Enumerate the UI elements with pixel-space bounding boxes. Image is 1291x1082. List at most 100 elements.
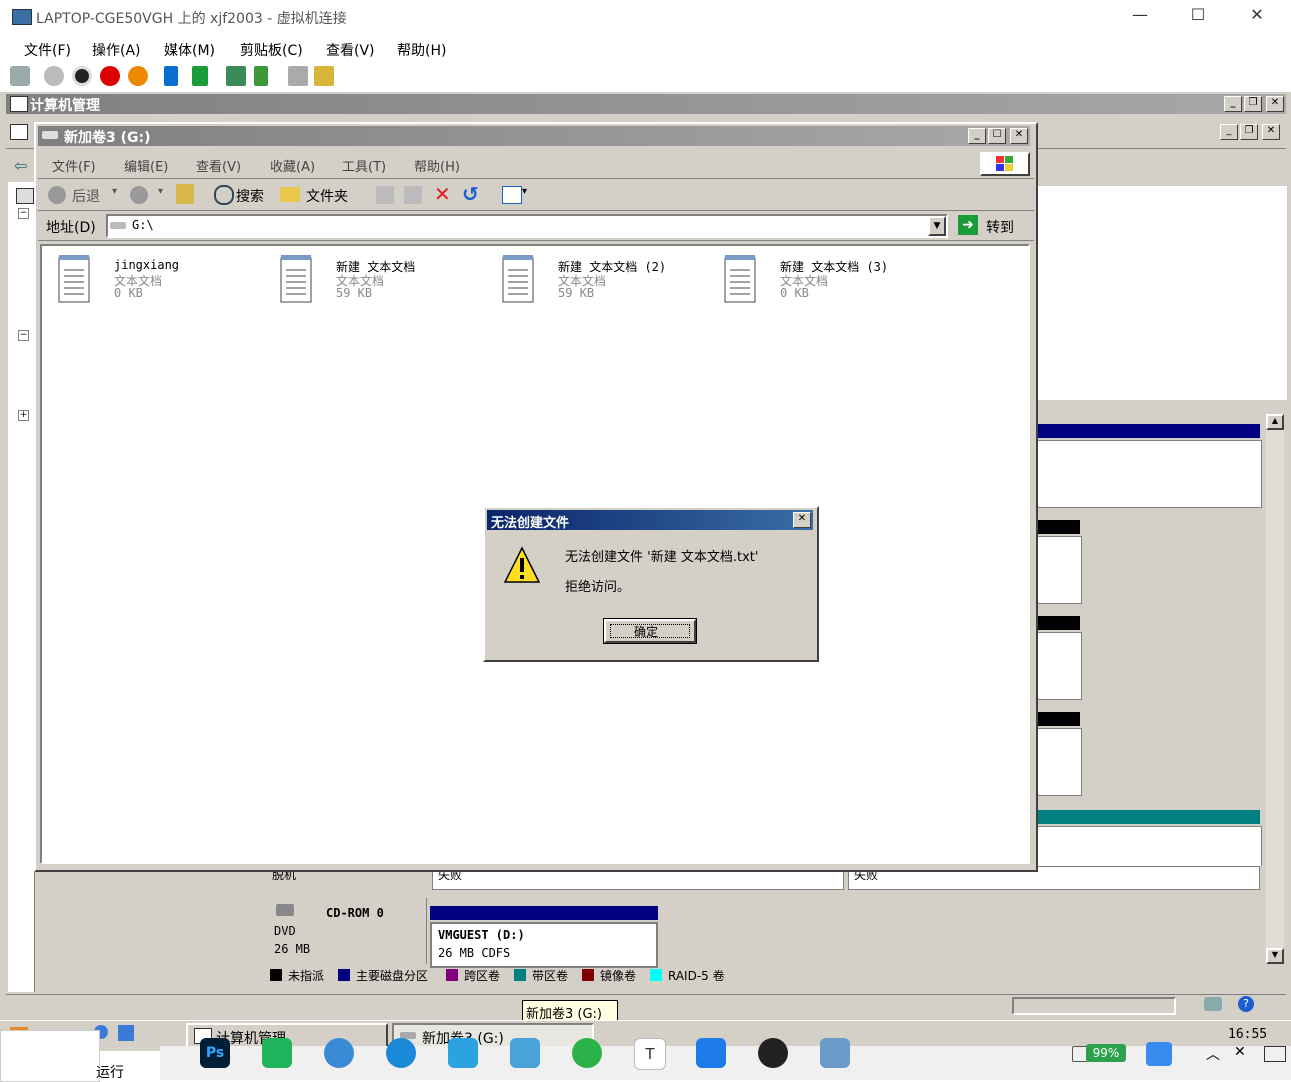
mmc-volume-list xyxy=(1034,186,1287,400)
chat-app-icon[interactable] xyxy=(262,1038,292,1068)
drive-icon xyxy=(42,131,58,139)
typora-icon[interactable]: T xyxy=(634,1038,666,1070)
explorer-menu-edit[interactable]: 编辑(E) xyxy=(124,156,168,175)
scroll-down-arrow-icon[interactable]: ▼ xyxy=(1266,948,1284,964)
feishu-icon[interactable] xyxy=(696,1038,726,1068)
views-dropdown-icon[interactable]: ▾ xyxy=(522,186,527,197)
host-menu-clipboard[interactable]: 剪贴板(C) xyxy=(240,40,303,60)
move-to-icon[interactable] xyxy=(376,186,394,204)
checkpoint-icon[interactable] xyxy=(226,66,246,86)
calendar-widget-icon[interactable] xyxy=(1146,1042,1172,1066)
undo-icon[interactable]: ↺ xyxy=(462,182,479,206)
folders-button[interactable]: 文件夹 xyxy=(306,186,348,206)
host-menu-help[interactable]: 帮助(H) xyxy=(397,40,446,60)
explorer-menu-file[interactable]: 文件(F) xyxy=(52,156,96,175)
media-player-icon[interactable] xyxy=(758,1038,788,1068)
ctrl-alt-del-icon[interactable] xyxy=(10,66,30,86)
tree-expand-icon[interactable]: + xyxy=(18,410,29,421)
explorer-title: 新加卷3 (G:) xyxy=(64,130,151,146)
mmc-restore-button[interactable]: ❐ xyxy=(1244,96,1262,112)
mmc-minimize-button[interactable]: _ xyxy=(1224,96,1242,112)
search-icon[interactable] xyxy=(214,185,234,205)
host-menu-view[interactable]: 查看(V) xyxy=(326,40,375,60)
photoshop-icon[interactable]: Ps xyxy=(200,1038,230,1068)
forward-dropdown-icon[interactable]: ▾ xyxy=(158,186,163,197)
display-icon[interactable] xyxy=(1264,1046,1286,1062)
host-close-button[interactable]: ✕ xyxy=(1245,5,1269,24)
save-state-icon[interactable] xyxy=(128,66,148,86)
help-icon[interactable]: ? xyxy=(1238,996,1254,1012)
back-arrow-icon[interactable] xyxy=(48,186,66,204)
telegram-icon[interactable] xyxy=(448,1038,478,1068)
warning-icon xyxy=(503,546,541,583)
legend-raid5: RAID-5 卷 xyxy=(668,969,725,983)
speaker-muted-icon[interactable]: ✕ xyxy=(1234,1044,1246,1060)
host-menu-media[interactable]: 媒体(M) xyxy=(164,40,215,60)
delete-icon[interactable]: ✕ xyxy=(434,182,451,206)
run-box[interactable] xyxy=(0,1030,100,1082)
mmc-close-button[interactable]: ✕ xyxy=(1266,96,1284,112)
explorer-minimize-button[interactable]: _ xyxy=(968,128,986,144)
go-button[interactable]: 转到 xyxy=(986,217,1014,237)
dialog-close-button[interactable]: ✕ xyxy=(793,512,811,528)
address-input[interactable]: G:\ ▼ xyxy=(106,214,948,238)
ok-button[interactable]: 确定 xyxy=(603,618,697,644)
mmc-child-close-button[interactable]: ✕ xyxy=(1262,124,1280,140)
edge-icon[interactable] xyxy=(386,1038,416,1068)
settings-app-icon[interactable] xyxy=(324,1038,354,1068)
host-minimize-button[interactable]: — xyxy=(1128,5,1152,24)
start-icon[interactable] xyxy=(44,66,64,86)
enhanced-session-icon[interactable] xyxy=(288,66,308,86)
cdrom-size: 26 MB xyxy=(274,942,311,956)
shutdown-icon[interactable] xyxy=(100,66,120,86)
turn-off-icon[interactable] xyxy=(72,66,92,86)
folders-icon[interactable] xyxy=(280,187,300,202)
back-dropdown-icon[interactable]: ▾ xyxy=(112,186,117,197)
mmc-child-restore-button[interactable]: ❐ xyxy=(1240,124,1258,140)
cdrom-volume-box[interactable]: VMGUEST (D:) 26 MB CDFS xyxy=(430,922,658,968)
tree-computer-icon[interactable] xyxy=(16,188,34,204)
wechat-icon[interactable] xyxy=(572,1038,602,1068)
mmc-child-minimize-button[interactable]: _ xyxy=(1220,124,1238,140)
mmc-back-arrow-icon[interactable]: ⇦ xyxy=(14,156,27,175)
network-tray-icon[interactable] xyxy=(1204,997,1222,1011)
tree-collapse-icon[interactable]: − xyxy=(18,208,29,219)
search-button[interactable]: 搜索 xyxy=(236,186,264,206)
quick-launch-icon[interactable] xyxy=(118,1025,134,1041)
explorer-menu-favorites[interactable]: 收藏(A) xyxy=(270,156,315,175)
file-item[interactable]: 新建 文本文档 (2) 文本文档 59 KB xyxy=(500,254,710,314)
tree-collapse-icon-2[interactable]: − xyxy=(18,330,29,341)
explorer-maximize-button[interactable]: ☐ xyxy=(988,128,1006,144)
resume-icon[interactable] xyxy=(192,66,208,86)
go-arrow-icon[interactable]: ➜ xyxy=(958,215,978,235)
copy-to-icon[interactable] xyxy=(404,186,422,204)
explorer-menu-tools[interactable]: 工具(T) xyxy=(342,156,386,175)
revert-icon[interactable] xyxy=(254,66,268,86)
forward-arrow-icon[interactable] xyxy=(130,186,148,204)
cdrom-volume-name: VMGUEST (D:) xyxy=(438,928,525,942)
up-folder-icon[interactable] xyxy=(176,184,194,204)
address-dropdown-icon[interactable]: ▼ xyxy=(928,216,946,236)
mmc-vertical-scrollbar[interactable]: ▲ ▼ xyxy=(1266,414,1284,964)
host-maximize-button[interactable]: ☐ xyxy=(1186,5,1210,24)
explorer-menu-help[interactable]: 帮助(H) xyxy=(414,156,460,175)
share-icon[interactable] xyxy=(314,66,334,86)
file-item[interactable]: 新建 文本文档 (3) 文本文档 0 KB xyxy=(722,254,932,314)
back-button[interactable]: 后退 xyxy=(72,186,100,206)
pause-icon[interactable] xyxy=(164,66,178,86)
battery-indicator[interactable]: 99% xyxy=(1086,1044,1126,1062)
mmc-title: 计算机管理 xyxy=(30,98,100,114)
host-menu-file[interactable]: 文件(F) xyxy=(24,40,71,60)
buildings-app-icon[interactable] xyxy=(510,1038,540,1068)
views-icon[interactable] xyxy=(502,186,522,204)
tray-chevron-up-icon[interactable]: ︿ xyxy=(1206,1044,1220,1064)
host-menu-action[interactable]: 操作(A) xyxy=(92,40,141,60)
notepad-file-icon xyxy=(502,255,534,303)
file-item[interactable]: jingxiang 文本文档 0 KB xyxy=(56,254,256,314)
explorer-menu-view[interactable]: 查看(V) xyxy=(196,156,241,175)
hyperv-icon[interactable] xyxy=(820,1038,850,1068)
file-item[interactable]: 新建 文本文档 文本文档 59 KB xyxy=(278,254,478,314)
explorer-close-button[interactable]: ✕ xyxy=(1010,128,1028,144)
address-bar: 地址(D) G:\ ▼ ➜ 转到 xyxy=(38,212,1034,241)
scroll-up-arrow-icon[interactable]: ▲ xyxy=(1266,414,1284,430)
